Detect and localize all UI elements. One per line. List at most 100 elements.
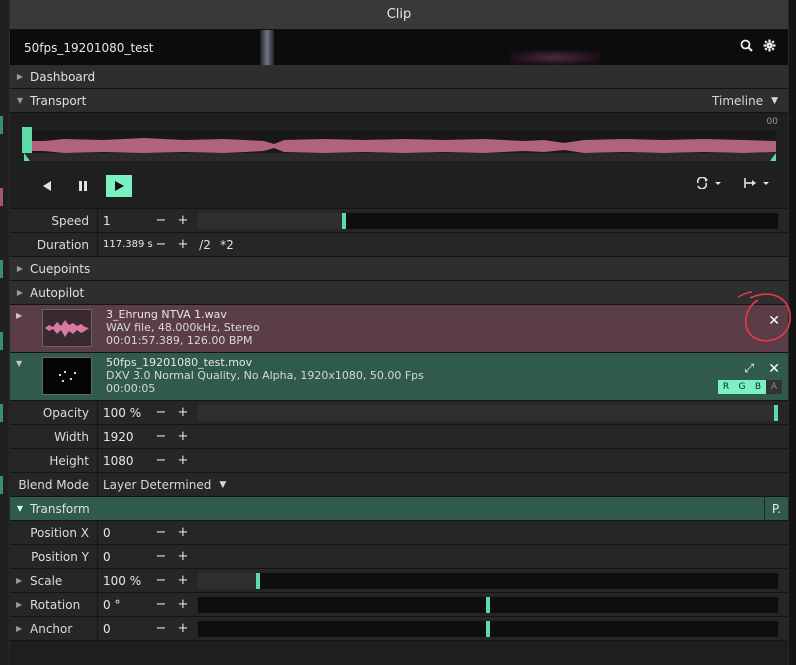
channel-a-toggle[interactable]: A xyxy=(766,380,782,394)
gear-icon[interactable] xyxy=(763,39,776,55)
width-increment-button[interactable]: + xyxy=(172,429,194,444)
speed-decrement-button[interactable]: − xyxy=(150,213,172,228)
scale-decrement-button[interactable]: − xyxy=(150,573,172,588)
speed-increment-button[interactable]: + xyxy=(172,213,194,228)
opacity-row: Opacity 100 % − + xyxy=(10,400,788,425)
expand-icon[interactable]: ⤢ xyxy=(744,361,754,376)
presets-button[interactable]: P. xyxy=(764,497,788,521)
rotation-increment-button[interactable]: + xyxy=(172,597,194,612)
loop-icon xyxy=(696,176,721,190)
play-button[interactable] xyxy=(106,175,132,197)
anchor-increment-button[interactable]: + xyxy=(172,621,194,636)
position-y-increment-button[interactable]: + xyxy=(172,549,194,564)
duration-label: Duration xyxy=(10,232,98,257)
section-transport[interactable]: ▼ Transport Timeline ▼ xyxy=(10,89,788,113)
anchor-label-cell[interactable]: ▶ Anchor xyxy=(10,616,98,641)
clip-name[interactable]: 50fps_19201080_test xyxy=(24,41,154,55)
left-marker xyxy=(0,116,3,134)
section-dashboard[interactable]: ▶ Dashboard xyxy=(10,65,788,89)
anchor-slider[interactable] xyxy=(198,621,778,637)
collapse-triangle-icon: ▼ xyxy=(16,504,24,513)
scale-value[interactable]: 100 % xyxy=(98,574,150,588)
scale-slider[interactable] xyxy=(198,573,778,589)
rotation-decrement-button[interactable]: − xyxy=(150,597,172,612)
rotation-value[interactable]: 0 ° xyxy=(98,598,150,612)
position-y-value[interactable]: 0 xyxy=(98,550,150,564)
speed-slider[interactable] xyxy=(198,213,778,229)
height-value[interactable]: 1080 xyxy=(98,454,150,468)
blend-mode-row: Blend Mode Layer Determined ▼ xyxy=(10,472,788,497)
duration-decrement-button[interactable]: − xyxy=(150,237,172,252)
blend-mode-dropdown[interactable]: Layer Determined ▼ xyxy=(98,478,226,492)
channel-toggles: R G B A xyxy=(718,380,782,394)
width-decrement-button[interactable]: − xyxy=(150,429,172,444)
width-label: Width xyxy=(10,424,98,449)
scale-label-cell[interactable]: ▶ Scale xyxy=(10,568,98,593)
preview-blur xyxy=(510,50,600,65)
scale-slider-fill xyxy=(198,573,256,589)
scale-increment-button[interactable]: + xyxy=(172,573,194,588)
width-value[interactable]: 1920 xyxy=(98,430,150,444)
audio-info: 3_Ehrung NTVA 1.wav WAV file, 48.000kHz,… xyxy=(106,308,260,347)
pause-icon xyxy=(79,181,87,191)
channel-r-toggle[interactable]: R xyxy=(718,380,734,394)
rotation-slider[interactable] xyxy=(198,597,778,613)
rotation-slider-handle[interactable] xyxy=(486,597,490,613)
position-y-decrement-button[interactable]: − xyxy=(150,549,172,564)
timeline-track[interactable] xyxy=(24,153,776,161)
beat-snap-dropdown[interactable] xyxy=(744,177,770,192)
section-label: Cuepoints xyxy=(30,261,91,276)
video-format: DXV 3.0 Normal Quality, No Alpha, 1920x1… xyxy=(106,369,424,382)
opacity-value[interactable]: 100 % xyxy=(98,406,150,420)
video-layer[interactable]: ▼ 50fps_19201080_test.mov DXV 3.0 Normal… xyxy=(10,353,788,401)
height-increment-button[interactable]: + xyxy=(172,453,194,468)
anchor-value[interactable]: 0 xyxy=(98,622,150,636)
opacity-increment-button[interactable]: + xyxy=(172,405,194,420)
scale-slider-handle[interactable] xyxy=(256,573,260,589)
section-label: Autopilot xyxy=(30,285,85,300)
search-icon[interactable] xyxy=(740,39,753,55)
speed-slider-handle[interactable] xyxy=(342,213,346,229)
speed-value[interactable]: 1 xyxy=(98,214,150,228)
anchor-decrement-button[interactable]: − xyxy=(150,621,172,636)
pause-button[interactable] xyxy=(70,175,96,197)
clip-panel: Clip 50fps_19201080_test ▶ Dashboard ▼ T… xyxy=(10,0,791,665)
position-x-increment-button[interactable]: + xyxy=(172,525,194,540)
play-reverse-icon xyxy=(43,181,51,191)
left-strip xyxy=(0,0,10,665)
position-x-value[interactable]: 0 xyxy=(98,526,150,540)
channel-g-toggle[interactable]: G xyxy=(734,380,750,394)
left-marker xyxy=(0,188,3,206)
duration-increment-button[interactable]: + xyxy=(172,237,194,252)
transport-mode-dropdown[interactable]: Timeline ▼ xyxy=(712,94,778,108)
expand-triangle-icon: ▶ xyxy=(16,72,24,81)
opacity-slider-handle[interactable] xyxy=(774,405,778,421)
height-decrement-button[interactable]: − xyxy=(150,453,172,468)
annotation-circle xyxy=(737,291,791,342)
duration-double-button[interactable]: *2 xyxy=(216,238,238,252)
scale-row: ▶ Scale 100 % − + xyxy=(10,568,788,593)
expand-triangle-icon[interactable]: ▶ xyxy=(16,311,22,320)
audio-layer[interactable]: ▶ 3_Ehrung NTVA 1.wav WAV file, 48.000kH… xyxy=(10,305,788,353)
anchor-row: ▶ Anchor 0 − + xyxy=(10,616,788,641)
section-autopilot[interactable]: ▶ Autopilot xyxy=(10,281,788,305)
opacity-decrement-button[interactable]: − xyxy=(150,405,172,420)
channel-b-toggle[interactable]: B xyxy=(750,380,766,394)
panel-title: Clip xyxy=(386,7,412,22)
remove-video-button[interactable]: ✕ xyxy=(768,361,780,377)
video-thumbnail xyxy=(42,357,92,395)
position-x-decrement-button[interactable]: − xyxy=(150,525,172,540)
loop-mode-dropdown[interactable] xyxy=(696,176,722,192)
playhead-handle[interactable] xyxy=(22,127,32,153)
play-reverse-button[interactable] xyxy=(34,175,60,197)
collapse-triangle-icon[interactable]: ▼ xyxy=(16,359,22,368)
rotation-label-cell[interactable]: ▶ Rotation xyxy=(10,592,98,617)
duration-half-button[interactable]: /2 xyxy=(194,238,216,252)
duration-value[interactable]: 117.389 s xyxy=(98,239,153,250)
position-x-label: Position X xyxy=(10,520,98,545)
anchor-label: Anchor xyxy=(30,621,73,636)
opacity-slider[interactable] xyxy=(198,405,778,421)
section-transform[interactable]: ▼ Transform P. xyxy=(10,497,788,521)
section-cuepoints[interactable]: ▶ Cuepoints xyxy=(10,257,788,281)
anchor-slider-handle[interactable] xyxy=(486,621,490,637)
